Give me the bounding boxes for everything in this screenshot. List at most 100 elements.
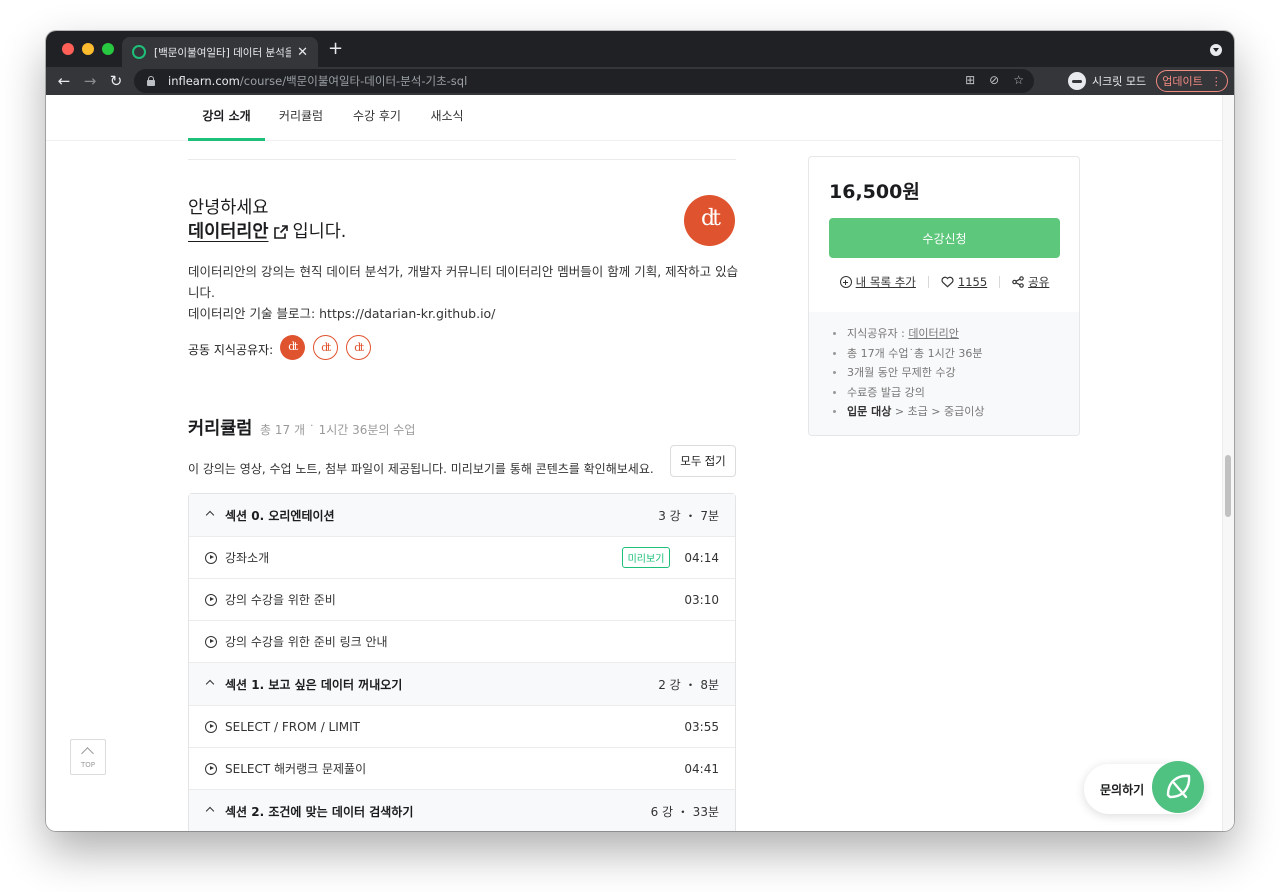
eye-off-icon[interactable]: ⊘ bbox=[989, 73, 999, 87]
lecture-title: SELECT 해커랭크 문제풀이 bbox=[225, 762, 367, 776]
browser-toolbar: ← → ↻ inflearn.com/course/백문이불여일타-데이터-분석… bbox=[46, 67, 1234, 95]
add-to-list-button[interactable]: 내 목록 추가 bbox=[839, 274, 916, 290]
play-circle-icon bbox=[205, 551, 217, 564]
lecture-row[interactable]: 강의 수강을 위한 준비 링크 안내 bbox=[189, 621, 735, 663]
section-info: 6 강 ・ 33분 bbox=[650, 804, 719, 819]
translate-icon[interactable]: ⊞ bbox=[965, 73, 975, 87]
back-arrow-icon[interactable]: ← bbox=[54, 71, 74, 91]
sharer-link[interactable]: 데이터리안 bbox=[908, 327, 959, 340]
list-item: 입문 대상 > 초급 > 중급이상 bbox=[833, 402, 1079, 422]
lecture-row[interactable]: 강의 수강을 위한 준비 03:10 bbox=[189, 579, 735, 621]
url-text: inflearn.com/course/백문이불여일타-데이터-분석-기초-sq… bbox=[168, 74, 468, 88]
star-bookmark-icon[interactable]: ☆ bbox=[1013, 73, 1024, 87]
co-sharer-avatar[interactable]: dt bbox=[280, 335, 305, 360]
divider bbox=[999, 276, 1001, 288]
tab-news[interactable]: 새소식 bbox=[424, 95, 470, 141]
section-header[interactable]: 섹션 2. 조건에 맞는 데이터 검색하기 6 강 ・ 33분 bbox=[189, 790, 735, 831]
inflearn-favicon-icon bbox=[132, 45, 146, 59]
instructor-logo[interactable]: dt bbox=[684, 195, 735, 246]
reload-icon[interactable]: ↻ bbox=[106, 71, 126, 91]
external-link-icon[interactable] bbox=[273, 224, 289, 240]
kebab-menu-icon: ⋮ bbox=[1210, 74, 1222, 88]
tab-course-intro[interactable]: 강의 소개 bbox=[188, 95, 265, 141]
tab-search-icon[interactable] bbox=[1210, 44, 1222, 56]
lecture-title: 강의 수강을 위한 준비 bbox=[225, 593, 336, 607]
lecture-duration: 04:41 bbox=[684, 761, 719, 776]
card-actions: 내 목록 추가 1155 공유 bbox=[829, 273, 1060, 291]
browser-tab[interactable]: [백문이불여일타] 데이터 분석을 위한 ✕ bbox=[122, 37, 318, 67]
tab-curriculum[interactable]: 커리큘럼 bbox=[272, 95, 330, 141]
co-sharers-label: 공동 지식공유자: bbox=[188, 343, 274, 357]
update-label: 업데이트 bbox=[1162, 75, 1203, 88]
list-item: 수료증 발급 강의 bbox=[833, 383, 1079, 403]
instructor-link[interactable]: 데이터리안 bbox=[188, 219, 269, 245]
inquiry-label: 문의하기 bbox=[1100, 783, 1145, 797]
section-title: 섹션 0. 오리엔테이션 bbox=[225, 508, 335, 523]
tab-close-icon[interactable]: ✕ bbox=[297, 45, 308, 60]
share-button[interactable]: 공유 bbox=[1012, 274, 1049, 290]
chevron-up-icon bbox=[205, 512, 215, 522]
scroll-to-top-button[interactable]: TOP bbox=[70, 739, 106, 775]
greeting-text: 안녕하세요 bbox=[188, 198, 269, 218]
lecture-duration: 03:55 bbox=[684, 719, 719, 734]
purchase-card: 16,500원 수강신청 내 목록 추가 1155 공유 지식공유자: 데이터… bbox=[808, 156, 1080, 436]
browser-window: [백문이불여일타] 데이터 분석을 위한 ✕ + ← → ↻ inflearn.… bbox=[46, 31, 1234, 831]
lecture-row[interactable]: SELECT 해커랭크 문제풀이 04:41 bbox=[189, 748, 735, 790]
bio-description: 데이터리안의 강의는 현직 데이터 분석가, 개발자 커뮤니티 데이터리안 멤버… bbox=[188, 264, 739, 300]
tab-reviews[interactable]: 수강 후기 bbox=[346, 95, 408, 141]
lecture-duration: 04:14 bbox=[684, 550, 719, 565]
co-sharer-avatar[interactable]: dt bbox=[346, 335, 371, 360]
target-levels: > 초급 > 중급이상 bbox=[894, 405, 985, 418]
maximize-window-button[interactable] bbox=[102, 43, 114, 55]
lecture-title: SELECT / FROM / LIMIT bbox=[225, 719, 361, 734]
lecture-row[interactable]: SELECT / FROM / LIMIT 03:55 bbox=[189, 706, 735, 748]
section-header[interactable]: 섹션 1. 보고 싶은 데이터 꺼내오기 2 강 ・ 8분 bbox=[189, 663, 735, 706]
minimize-window-button[interactable] bbox=[82, 43, 94, 55]
scrollbar-thumb[interactable] bbox=[1225, 455, 1231, 517]
section-info: 2 강 ・ 8분 bbox=[658, 677, 719, 692]
close-window-button[interactable] bbox=[62, 43, 74, 55]
plus-circle-icon bbox=[839, 276, 852, 288]
update-button[interactable]: 업데이트 ⋮ bbox=[1156, 70, 1228, 92]
instructor-line: 데이터리안 입니다. bbox=[188, 219, 346, 245]
new-tab-button[interactable]: + bbox=[328, 39, 343, 59]
co-sharer-avatar[interactable]: dt bbox=[313, 335, 338, 360]
leaf-icon bbox=[1166, 774, 1191, 799]
leaf-chat-icon[interactable] bbox=[1152, 761, 1204, 813]
top-label: TOP bbox=[80, 761, 95, 769]
target-label: 입문 대상 bbox=[847, 405, 892, 418]
scrollbar[interactable] bbox=[1222, 95, 1234, 831]
incognito-icon bbox=[1068, 72, 1086, 90]
address-bar[interactable]: inflearn.com/course/백문이불여일타-데이터-분석-기초-sq… bbox=[134, 69, 1034, 93]
chevron-up-icon bbox=[81, 747, 94, 760]
incognito-label: 시크릿 모드 bbox=[1092, 75, 1147, 88]
play-circle-icon bbox=[205, 593, 217, 606]
collapse-all-button[interactable]: 모두 접기 bbox=[670, 445, 736, 477]
like-count: 1155 bbox=[957, 275, 988, 289]
course-section-nav: 강의 소개 커리큘럼 수강 후기 새소식 bbox=[46, 95, 1222, 141]
course-price: 16,500원 bbox=[829, 181, 920, 203]
bio-blog-link[interactable]: 데이터리안 기술 블로그: https://datarian-kr.github… bbox=[188, 303, 744, 324]
section-header[interactable]: 섹션 0. 오리엔테이션 3 강 ・ 7분 bbox=[189, 494, 735, 537]
lecture-title: 강좌소개 bbox=[225, 551, 270, 565]
preview-badge[interactable]: 미리보기 bbox=[621, 547, 671, 568]
divider bbox=[188, 159, 736, 160]
add-to-list-label: 내 목록 추가 bbox=[855, 275, 916, 289]
instructor-bio: 데이터리안의 강의는 현직 데이터 분석가, 개발자 커뮤니티 데이터리안 멤버… bbox=[188, 261, 744, 324]
divider bbox=[927, 276, 929, 288]
lecture-row[interactable]: 강좌소개 미리보기 04:14 bbox=[189, 537, 735, 579]
like-button[interactable]: 1155 bbox=[941, 275, 987, 289]
forward-arrow-icon[interactable]: → bbox=[80, 71, 100, 91]
tab-bar: [백문이불여일타] 데이터 분석을 위한 ✕ + bbox=[46, 31, 1234, 67]
tab-title: [백문이불여일타] 데이터 분석을 위한 bbox=[154, 46, 292, 59]
incognito-indicator[interactable]: 시크릿 모드 bbox=[1068, 71, 1146, 91]
lecture-duration: 03:10 bbox=[684, 592, 719, 607]
course-info-list: 지식공유자 : 데이터리안 총 17개 수업˙총 1시간 36분 3개월 동안 … bbox=[809, 312, 1079, 435]
enroll-button[interactable]: 수강신청 bbox=[829, 218, 1060, 258]
share-label: 공유 bbox=[1028, 275, 1050, 289]
lock-icon[interactable] bbox=[146, 76, 156, 86]
list-item: 총 17개 수업˙총 1시간 36분 bbox=[833, 344, 1079, 364]
section-title: 섹션 1. 보고 싶은 데이터 꺼내오기 bbox=[225, 677, 403, 692]
section-title: 섹션 2. 조건에 맞는 데이터 검색하기 bbox=[225, 804, 414, 819]
instructor-suffix: 입니다. bbox=[292, 222, 347, 242]
